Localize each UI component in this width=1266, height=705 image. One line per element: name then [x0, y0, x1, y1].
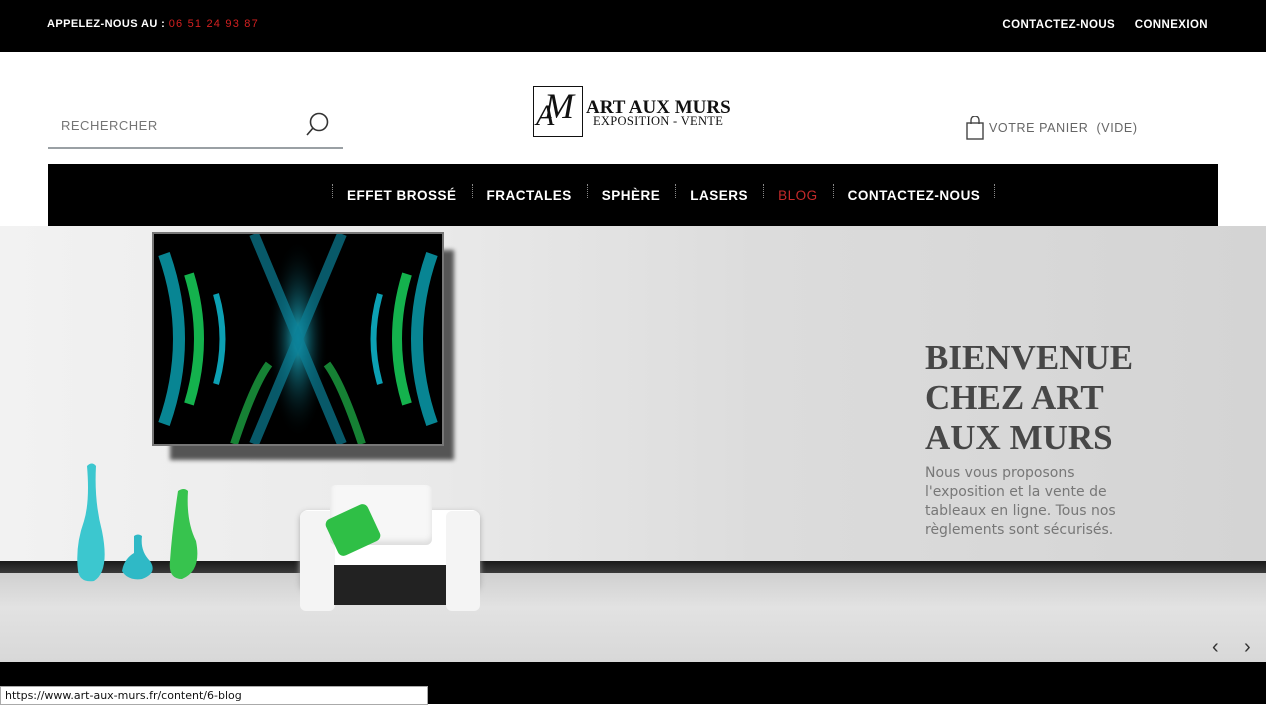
top-bar: APPELEZ-NOUS AU : 06 51 24 93 87 CONTACT… — [0, 0, 1266, 52]
hero-slider: BIENVENUE CHEZ ART AUX MURS Nous vous pr… — [0, 226, 1266, 662]
site-logo[interactable]: M A ART AUX MURS EXPOSITION - VENTE — [533, 86, 731, 140]
top-links: CONTACTEZ-NOUS CONNEXION — [986, 19, 1208, 31]
slider-prev-icon[interactable]: ‹ — [1212, 636, 1219, 659]
main-nav: EFFET BROSSÉ FRACTALES SPHÈRE LASERS BLO… — [48, 164, 1218, 226]
logo-mark: M A — [533, 86, 583, 137]
nav-item-effet-brosse[interactable]: EFFET BROSSÉ — [332, 183, 472, 203]
phone-number[interactable]: 06 51 24 93 87 — [169, 18, 259, 30]
cart-status: (VIDE) — [1096, 121, 1138, 135]
nav-item-fractales[interactable]: FRACTALES — [471, 183, 587, 203]
login-link[interactable]: CONNEXION — [1135, 19, 1208, 31]
vases — [77, 463, 198, 582]
status-bar-url: https://www.art-aux-murs.fr/content/6-bl… — [0, 686, 428, 705]
hero-content: BIENVENUE CHEZ ART AUX MURS Nous vous pr… — [925, 338, 1185, 540]
cart-label: VOTRE PANIER — [989, 121, 1089, 135]
search-icon[interactable] — [305, 112, 331, 138]
logo-subtitle: EXPOSITION - VENTE — [593, 114, 724, 128]
hero-title: BIENVENUE CHEZ ART AUX MURS — [925, 338, 1134, 457]
nav-item-contact[interactable]: CONTACTEZ-NOUS — [832, 183, 996, 203]
search-input[interactable] — [61, 118, 301, 133]
phone-info: APPELEZ-NOUS AU : 06 51 24 93 87 — [47, 18, 259, 30]
hero-painting — [152, 232, 444, 446]
nav-item-lasers[interactable]: LASERS — [675, 183, 763, 203]
slider-next-icon[interactable]: › — [1244, 636, 1251, 659]
phone-label: APPELEZ-NOUS AU : — [47, 18, 166, 30]
search-box — [48, 105, 343, 149]
contact-link[interactable]: CONTACTEZ-NOUS — [1002, 19, 1115, 31]
nav-item-sphere[interactable]: SPHÈRE — [586, 183, 676, 203]
shopping-bag-icon — [966, 116, 984, 140]
hero-description: Nous vous proposons l'exposition et la v… — [925, 465, 1116, 538]
nav-item-blog[interactable]: BLOG — [763, 183, 833, 203]
